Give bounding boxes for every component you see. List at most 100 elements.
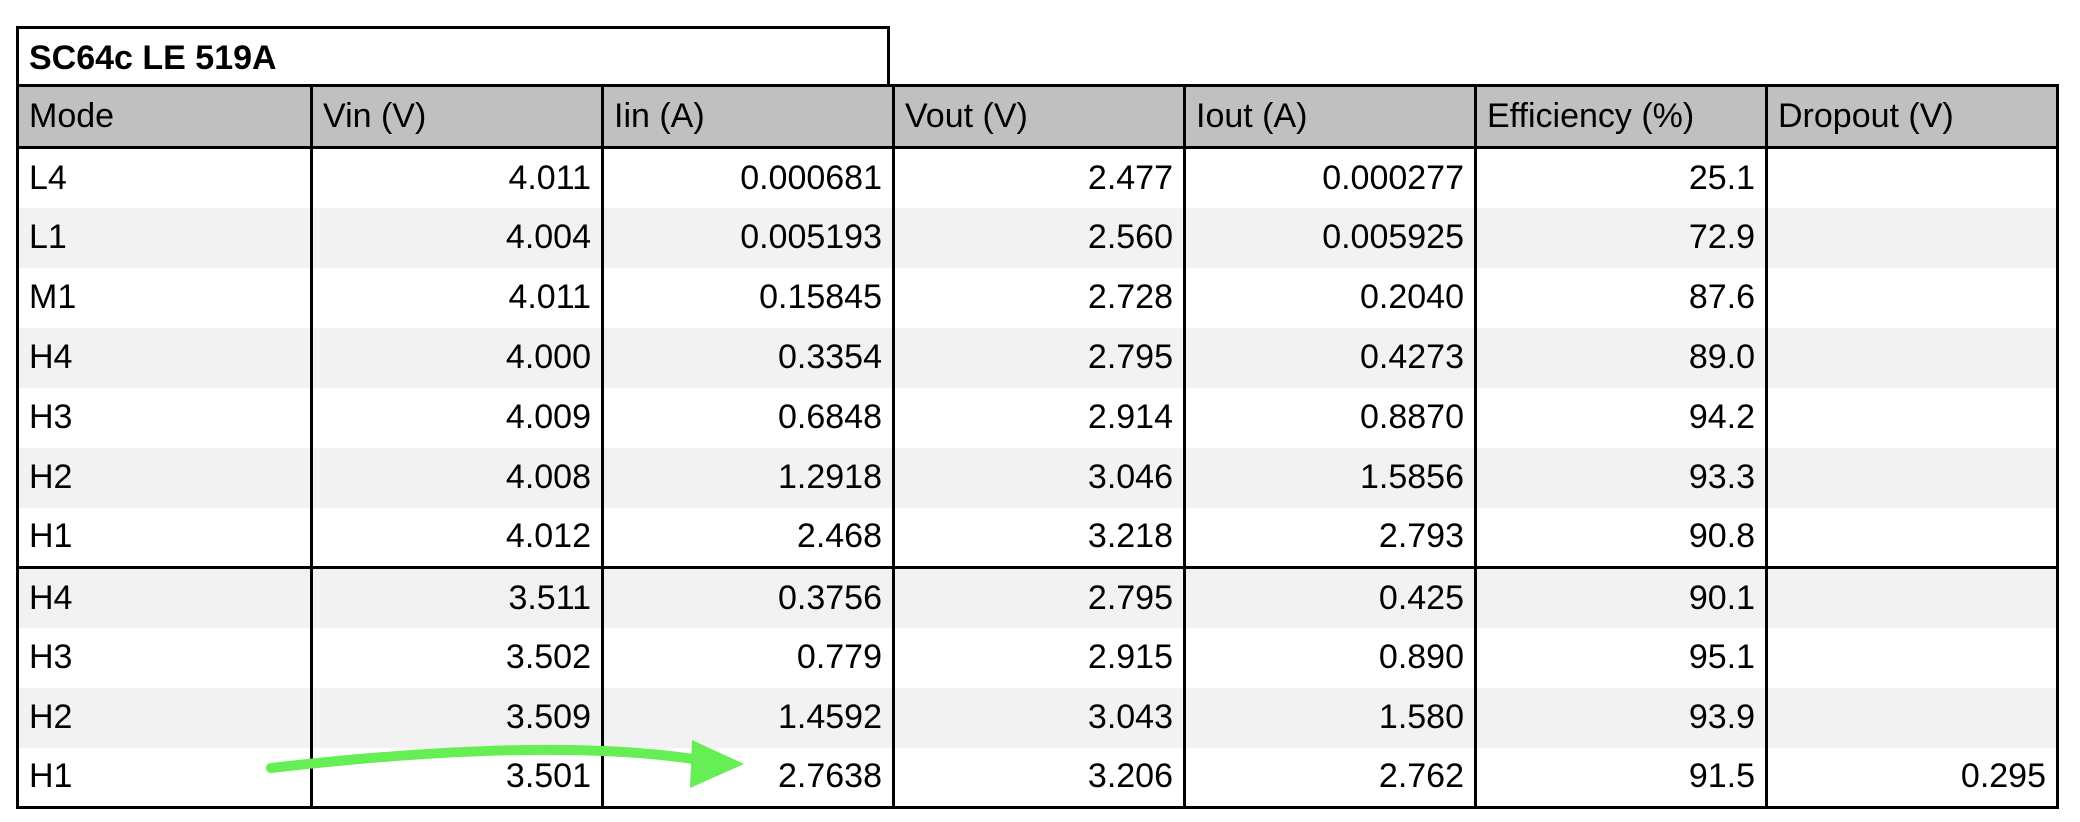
header-vin[interactable]: Vin (V) bbox=[310, 84, 604, 149]
cell-vin[interactable]: 3.502 bbox=[310, 627, 604, 688]
cell-vout[interactable]: 3.046 bbox=[892, 447, 1186, 508]
cell-iout[interactable]: 2.793 bbox=[1183, 507, 1477, 568]
table-row: H3 4.009 0.6848 2.914 0.8870 94.2 bbox=[16, 387, 2059, 448]
cell-mode[interactable]: L1 bbox=[16, 207, 313, 268]
table-row: H2 3.509 1.4592 3.043 1.580 93.9 bbox=[16, 687, 2059, 748]
cell-dropout[interactable] bbox=[1765, 267, 2059, 328]
cell-iout[interactable]: 1.5856 bbox=[1183, 447, 1477, 508]
cell-iin[interactable]: 0.3354 bbox=[601, 327, 895, 388]
cell-vout[interactable]: 3.218 bbox=[892, 507, 1186, 568]
header-iin[interactable]: Iin (A) bbox=[601, 84, 895, 149]
cell-iout[interactable]: 2.762 bbox=[1183, 747, 1477, 809]
cell-vin[interactable]: 4.011 bbox=[310, 147, 604, 208]
header-dropout[interactable]: Dropout (V) bbox=[1765, 84, 2059, 149]
cell-vout[interactable]: 2.915 bbox=[892, 627, 1186, 688]
cell-vout[interactable]: 2.795 bbox=[892, 327, 1186, 388]
cell-dropout[interactable] bbox=[1765, 147, 2059, 208]
cell-dropout[interactable] bbox=[1765, 507, 2059, 568]
header-vout[interactable]: Vout (V) bbox=[892, 84, 1186, 149]
cell-mode[interactable]: H4 bbox=[16, 327, 313, 388]
cell-iin[interactable]: 0.005193 bbox=[601, 207, 895, 268]
cell-iout[interactable]: 0.8870 bbox=[1183, 387, 1477, 448]
cell-efficiency[interactable]: 90.1 bbox=[1474, 566, 1768, 628]
cell-iin[interactable]: 0.6848 bbox=[601, 387, 895, 448]
cell-efficiency[interactable]: 89.0 bbox=[1474, 327, 1768, 388]
table-row: M1 4.011 0.15845 2.728 0.2040 87.6 bbox=[16, 267, 2059, 328]
cell-dropout[interactable] bbox=[1765, 387, 2059, 448]
cell-vout[interactable]: 2.728 bbox=[892, 267, 1186, 328]
cell-efficiency[interactable]: 91.5 bbox=[1474, 747, 1768, 809]
cell-efficiency[interactable]: 72.9 bbox=[1474, 207, 1768, 268]
cell-dropout[interactable] bbox=[1765, 627, 2059, 688]
cell-iin[interactable]: 2.468 bbox=[601, 507, 895, 568]
cell-iin[interactable]: 1.2918 bbox=[601, 447, 895, 508]
header-mode[interactable]: Mode bbox=[16, 84, 313, 149]
cell-mode[interactable]: H4 bbox=[16, 566, 313, 628]
cell-vin[interactable]: 4.004 bbox=[310, 207, 604, 268]
cell-vin[interactable]: 4.012 bbox=[310, 507, 604, 568]
cell-iout[interactable]: 0.890 bbox=[1183, 627, 1477, 688]
cell-mode[interactable]: H3 bbox=[16, 387, 313, 448]
cell-iin[interactable]: 0.15845 bbox=[601, 267, 895, 328]
cell-vin[interactable]: 3.511 bbox=[310, 566, 604, 628]
cell-iout[interactable]: 1.580 bbox=[1183, 687, 1477, 748]
cell-efficiency[interactable]: 93.3 bbox=[1474, 447, 1768, 508]
cell-iout[interactable]: 0.000277 bbox=[1183, 147, 1477, 208]
cell-vout[interactable]: 3.206 bbox=[892, 747, 1186, 809]
cell-iin[interactable]: 2.7638 bbox=[601, 747, 895, 809]
table-row: H4 3.511 0.3756 2.795 0.425 90.1 bbox=[16, 566, 2059, 628]
table-row: L1 4.004 0.005193 2.560 0.005925 72.9 bbox=[16, 207, 2059, 268]
cell-vin[interactable]: 3.501 bbox=[310, 747, 604, 809]
cell-iin[interactable]: 0.3756 bbox=[601, 566, 895, 628]
header-efficiency[interactable]: Efficiency (%) bbox=[1474, 84, 1768, 149]
cell-iin[interactable]: 0.000681 bbox=[601, 147, 895, 208]
cell-vout[interactable]: 2.914 bbox=[892, 387, 1186, 448]
cell-vin[interactable]: 4.000 bbox=[310, 327, 604, 388]
cell-iin[interactable]: 1.4592 bbox=[601, 687, 895, 748]
cell-mode[interactable]: H1 bbox=[16, 507, 313, 568]
cell-efficiency[interactable]: 95.1 bbox=[1474, 627, 1768, 688]
cell-iout[interactable]: 0.425 bbox=[1183, 566, 1477, 628]
cell-mode[interactable]: H1 bbox=[16, 747, 313, 809]
cell-efficiency[interactable]: 94.2 bbox=[1474, 387, 1768, 448]
cell-dropout[interactable] bbox=[1765, 207, 2059, 268]
spreadsheet: SC64c LE 519A Mode Vin (V) Iin (A) Vout … bbox=[16, 26, 2059, 809]
cell-vin[interactable]: 3.509 bbox=[310, 687, 604, 748]
cell-dropout[interactable] bbox=[1765, 447, 2059, 508]
cell-iout[interactable]: 0.005925 bbox=[1183, 207, 1477, 268]
cell-dropout[interactable] bbox=[1765, 327, 2059, 388]
cell-dropout[interactable] bbox=[1765, 687, 2059, 748]
table-row: H1 3.501 2.7638 3.206 2.762 91.5 0.295 bbox=[16, 747, 2059, 809]
cell-efficiency[interactable]: 25.1 bbox=[1474, 147, 1768, 208]
cell-mode[interactable]: H2 bbox=[16, 447, 313, 508]
cell-vout[interactable]: 2.560 bbox=[892, 207, 1186, 268]
cell-vin[interactable]: 4.011 bbox=[310, 267, 604, 328]
cell-vout[interactable]: 3.043 bbox=[892, 687, 1186, 748]
cell-dropout[interactable]: 0.295 bbox=[1765, 747, 2059, 809]
cell-efficiency[interactable]: 87.6 bbox=[1474, 267, 1768, 328]
table-row: H3 3.502 0.779 2.915 0.890 95.1 bbox=[16, 627, 2059, 688]
cell-vin[interactable]: 4.009 bbox=[310, 387, 604, 448]
table-row: H2 4.008 1.2918 3.046 1.5856 93.3 bbox=[16, 447, 2059, 508]
table-row: H1 4.012 2.468 3.218 2.793 90.8 bbox=[16, 507, 2059, 568]
table-title[interactable]: SC64c LE 519A bbox=[16, 26, 890, 84]
cell-vout[interactable]: 2.477 bbox=[892, 147, 1186, 208]
cell-mode[interactable]: H3 bbox=[16, 627, 313, 688]
cell-efficiency[interactable]: 93.9 bbox=[1474, 687, 1768, 748]
cell-efficiency[interactable]: 90.8 bbox=[1474, 507, 1768, 568]
measurement-table: Mode Vin (V) Iin (A) Vout (V) Iout (A) E… bbox=[16, 84, 2059, 809]
cell-iin[interactable]: 0.779 bbox=[601, 627, 895, 688]
table-row: L4 4.011 0.000681 2.477 0.000277 25.1 bbox=[16, 147, 2059, 208]
cell-mode[interactable]: M1 bbox=[16, 267, 313, 328]
cell-dropout[interactable] bbox=[1765, 566, 2059, 628]
cell-vin[interactable]: 4.008 bbox=[310, 447, 604, 508]
cell-iout[interactable]: 0.2040 bbox=[1183, 267, 1477, 328]
cell-mode[interactable]: H2 bbox=[16, 687, 313, 748]
cell-mode[interactable]: L4 bbox=[16, 147, 313, 208]
header-iout[interactable]: Iout (A) bbox=[1183, 84, 1477, 149]
table-row: H4 4.000 0.3354 2.795 0.4273 89.0 bbox=[16, 327, 2059, 388]
header-row: Mode Vin (V) Iin (A) Vout (V) Iout (A) E… bbox=[16, 84, 2059, 149]
cell-iout[interactable]: 0.4273 bbox=[1183, 327, 1477, 388]
table-body: L4 4.011 0.000681 2.477 0.000277 25.1 L1 4.004 0… bbox=[16, 147, 2059, 809]
cell-vout[interactable]: 2.795 bbox=[892, 566, 1186, 628]
